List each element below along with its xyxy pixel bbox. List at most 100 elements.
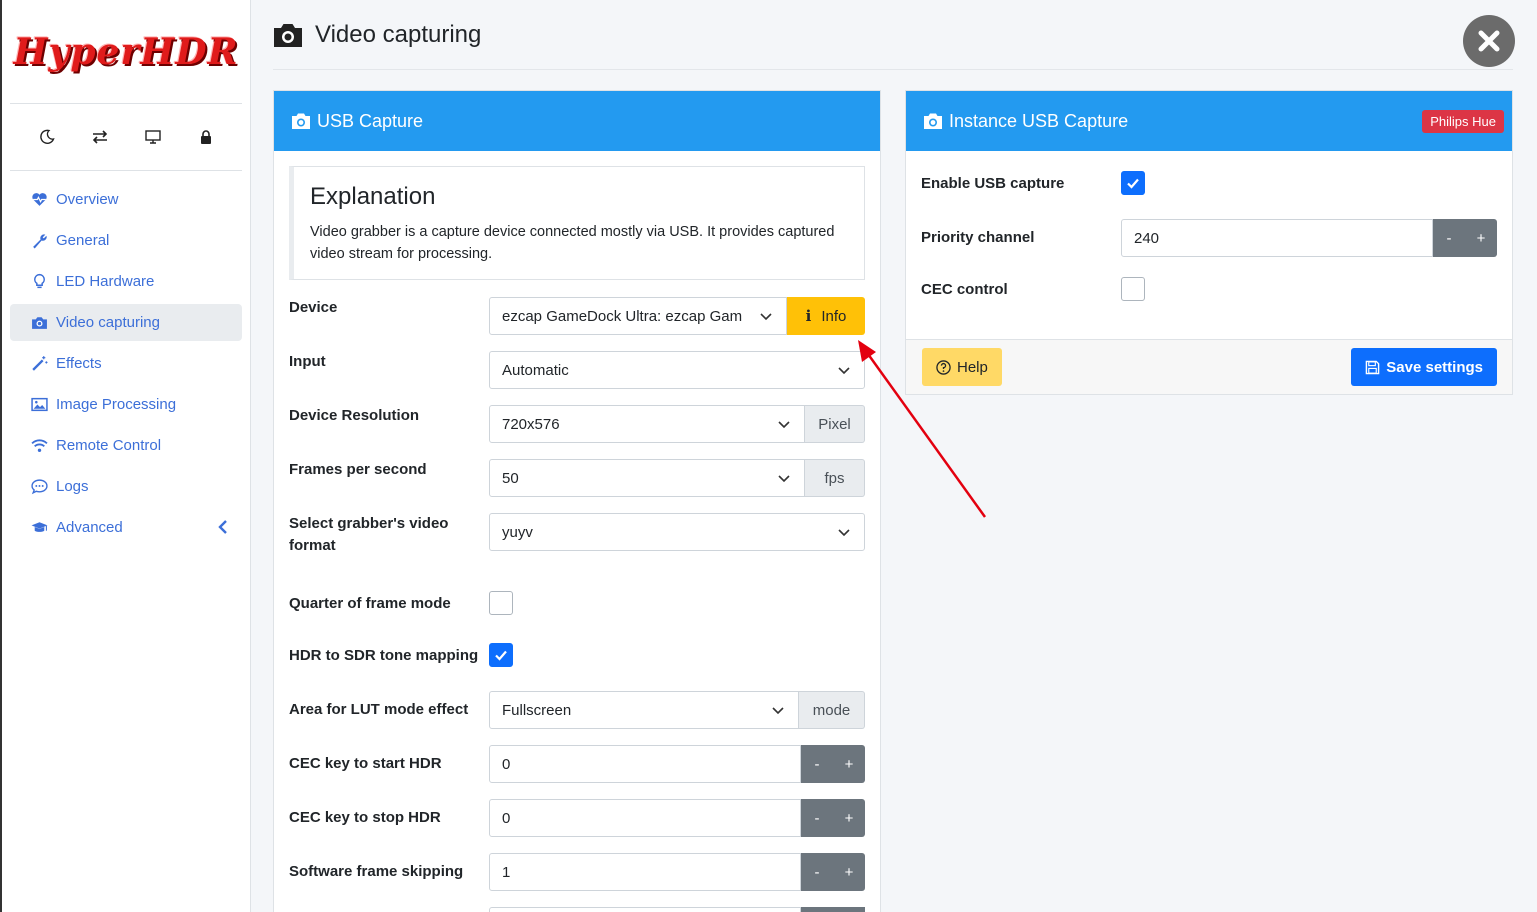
chevron-left-icon[interactable]	[218, 520, 228, 534]
fps-row: Frames per second 50 fps	[289, 459, 865, 497]
heartbeat-icon	[30, 191, 48, 209]
resolution-unit: Pixel	[805, 405, 865, 443]
camera-icon	[924, 113, 942, 129]
usb-capture-card: USB Capture Explanation Video grabber is…	[273, 90, 881, 912]
save-icon	[1365, 360, 1380, 374]
increment-button[interactable]: +	[833, 799, 865, 837]
explanation-text: Video grabber is a capture device connec…	[310, 224, 835, 262]
fps-unit: fps	[805, 459, 865, 497]
sidebar: HyperHDR Overview General LED Hardware V…	[0, 0, 251, 912]
hdr-label: HDR to SDR tone mapping	[289, 647, 479, 664]
lut-area-row: Area for LUT mode effect Fullscreen mode	[289, 691, 865, 729]
sidebar-item-label: Logs	[56, 478, 89, 495]
cec-start-input[interactable]: 0	[489, 745, 801, 783]
cec-stop-value: 0	[502, 809, 511, 827]
sidebar-item-image-processing[interactable]: Image Processing	[10, 386, 242, 423]
stepper-buttons[interactable]	[801, 907, 865, 912]
priority-input[interactable]: 240	[1121, 219, 1433, 257]
cec-stop-input[interactable]: 0	[489, 799, 801, 837]
resolution-select[interactable]: 720x576	[489, 405, 805, 443]
input-select[interactable]: Automatic	[489, 351, 865, 389]
monitor-icon[interactable]	[143, 127, 163, 147]
close-icon	[1478, 30, 1500, 52]
device-select[interactable]: ezcap GameDock Ultra: ezcap Gam	[489, 297, 787, 335]
hdr-checkbox[interactable]	[489, 643, 513, 667]
increment-button[interactable]: +	[833, 853, 865, 891]
sidebar-item-label: Effects	[56, 355, 102, 372]
sidebar-item-overview[interactable]: Overview	[10, 181, 242, 218]
card-header: Instance USB Capture Philips Hue	[906, 91, 1512, 151]
increment-button[interactable]: +	[833, 745, 865, 783]
sidebar-item-label: General	[56, 232, 110, 249]
next-input[interactable]	[489, 907, 801, 912]
image-icon	[30, 396, 48, 414]
sidebar-item-led-hardware[interactable]: LED Hardware	[10, 263, 242, 300]
enable-row: Enable USB capture	[921, 171, 1497, 195]
priority-label: Priority channel	[921, 229, 1035, 246]
frame-skip-input[interactable]: 1	[489, 853, 801, 891]
quarter-checkbox[interactable]	[489, 591, 513, 615]
card-footer: Help Save settings	[906, 339, 1512, 394]
resolution-value: 720x576	[502, 415, 560, 433]
fps-value: 50	[502, 469, 519, 487]
lock-icon[interactable]	[196, 127, 216, 147]
enable-label: Enable USB capture	[921, 175, 1065, 192]
sidebar-item-effects[interactable]: Effects	[10, 345, 242, 382]
decrement-button[interactable]: -	[801, 745, 833, 783]
resolution-row: Device Resolution 720x576 Pixel	[289, 405, 865, 443]
input-label: Input	[289, 353, 326, 370]
info-button[interactable]: i Info	[787, 297, 865, 335]
fps-select[interactable]: 50	[489, 459, 805, 497]
chevron-down-icon	[760, 313, 772, 321]
frame-skip-label: Software frame skipping	[289, 863, 464, 880]
decrement-button[interactable]: -	[801, 853, 833, 891]
format-select[interactable]: yuyv	[489, 513, 865, 551]
device-value: ezcap GameDock Ultra: ezcap Gam	[502, 307, 743, 325]
lut-area-value: Fullscreen	[502, 701, 572, 719]
wifi-icon	[30, 437, 48, 455]
chevron-down-icon	[778, 475, 790, 483]
info-button-label: Info	[821, 307, 847, 325]
sidebar-item-label: Advanced	[56, 519, 123, 536]
sidebar-item-logs[interactable]: Logs	[10, 468, 242, 505]
graduation-cap-icon	[30, 519, 48, 537]
quickbar	[10, 104, 242, 171]
decrement-button[interactable]: -	[1433, 219, 1465, 257]
camera-icon	[292, 113, 310, 129]
check-icon	[495, 650, 507, 661]
chat-icon	[30, 478, 48, 496]
sidebar-item-video-capturing[interactable]: Video capturing	[10, 304, 242, 341]
logo-text: HyperHDR	[13, 30, 239, 73]
sidebar-item-label: Video capturing	[56, 314, 160, 331]
chevron-down-icon	[778, 421, 790, 429]
decrement-button[interactable]: -	[801, 799, 833, 837]
chevron-down-icon	[838, 529, 850, 537]
cec-control-checkbox[interactable]	[1121, 277, 1145, 301]
lut-area-select[interactable]: Fullscreen	[489, 691, 799, 729]
resolution-label: Device Resolution	[289, 407, 420, 424]
format-label: Select grabber's video format	[289, 515, 449, 554]
priority-row: Priority channel 240 - +	[921, 219, 1497, 257]
help-button[interactable]: Help	[922, 348, 1002, 386]
quarter-row: Quarter of frame mode	[289, 591, 865, 615]
format-row: Select grabber's video format yuyv	[289, 513, 865, 557]
logo[interactable]: HyperHDR	[10, 0, 242, 104]
camera-icon	[30, 314, 48, 332]
chevron-down-icon	[838, 367, 850, 375]
cec-start-row: CEC key to start HDR 0 - +	[289, 745, 865, 783]
save-button-label: Save settings	[1386, 358, 1483, 376]
sidebar-item-general[interactable]: General	[10, 222, 242, 259]
swap-icon[interactable]	[90, 127, 110, 147]
device-row: Device ezcap GameDock Ultra: ezcap Gam i…	[289, 297, 865, 335]
moon-icon[interactable]	[37, 127, 57, 147]
save-settings-button[interactable]: Save settings	[1351, 348, 1497, 386]
enable-checkbox[interactable]	[1121, 171, 1145, 195]
increment-button[interactable]: +	[1465, 219, 1497, 257]
sidebar-item-remote-control[interactable]: Remote Control	[10, 427, 242, 464]
page-title: Video capturing	[315, 20, 482, 48]
card-title: USB Capture	[317, 110, 424, 131]
close-button[interactable]	[1463, 15, 1515, 67]
sidebar-item-advanced[interactable]: Advanced	[10, 509, 242, 546]
chevron-down-icon	[772, 707, 784, 715]
cec-stop-label: CEC key to stop HDR	[289, 809, 441, 826]
